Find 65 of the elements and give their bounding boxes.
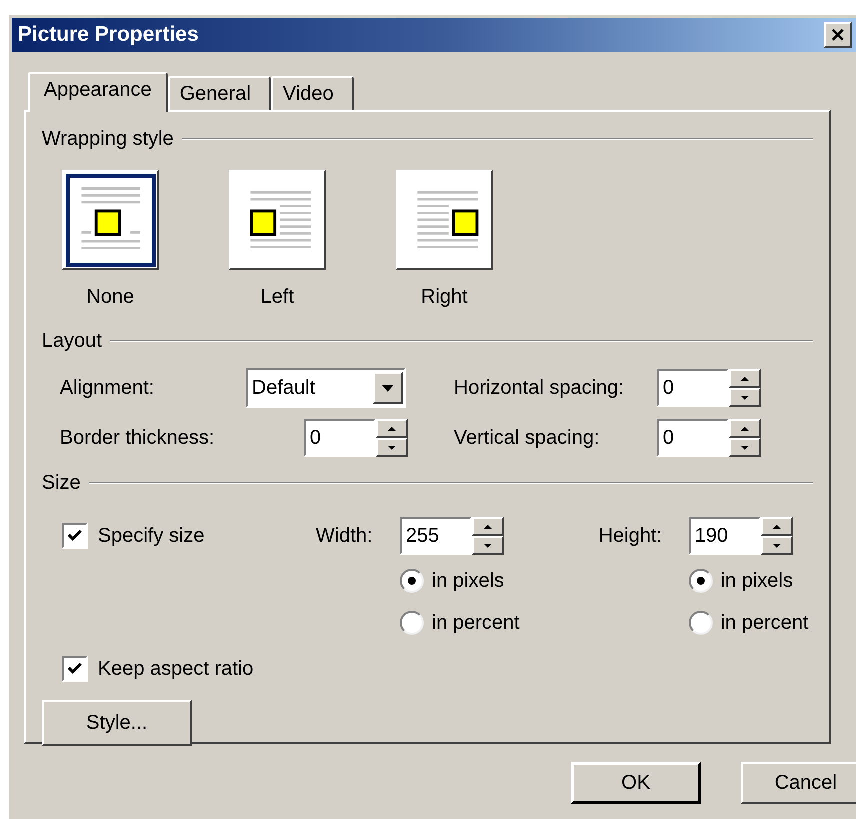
radio-button[interactable]: [688, 569, 713, 593]
up-arrow-icon: [388, 426, 396, 430]
spin-field[interactable]: 190: [688, 517, 761, 555]
field-label: Vertical spacing:: [454, 426, 601, 451]
checkbox-label[interactable]: Specify size: [98, 521, 205, 551]
spin-down-button[interactable]: [376, 438, 408, 457]
wrap-style-option[interactable]: [229, 170, 326, 270]
spin-down-button[interactable]: [760, 536, 793, 555]
dialog-button[interactable]: Cancel: [741, 762, 856, 804]
spin-up-button[interactable]: [729, 369, 761, 388]
spin-field[interactable]: 0: [304, 419, 376, 457]
group-heading: Wrapping style: [42, 127, 174, 152]
radio-label[interactable]: in pixels: [432, 566, 504, 596]
radio-label[interactable]: in percent: [720, 608, 809, 638]
radio-button[interactable]: [688, 611, 713, 635]
spin-field[interactable]: 0: [657, 419, 729, 457]
spin-down-button[interactable]: [472, 536, 504, 555]
close-icon: [832, 29, 844, 41]
field-label: Height:: [598, 524, 664, 549]
up-arrow-icon: [772, 524, 781, 528]
down-arrow-icon: [741, 446, 749, 450]
alignment-dropdown[interactable]: Default: [246, 368, 406, 408]
wrap-style-label[interactable]: Right: [421, 282, 468, 312]
spin-up-button[interactable]: [472, 517, 504, 536]
window-title: Picture Properties: [18, 22, 199, 48]
down-arrow-icon: [388, 446, 396, 450]
dialog-button[interactable]: OK: [571, 762, 701, 804]
down-arrow-icon: [772, 544, 781, 548]
spin-down-button[interactable]: [729, 388, 761, 407]
tab[interactable]: General: [168, 76, 272, 110]
spin-up-button[interactable]: [729, 419, 761, 438]
radio-button[interactable]: [400, 569, 424, 593]
checkbox[interactable]: [62, 523, 88, 549]
checkbox[interactable]: [62, 656, 88, 682]
up-arrow-icon: [741, 426, 749, 430]
checkbox-label[interactable]: Keep aspect ratio: [98, 654, 254, 684]
group-heading: Size: [42, 471, 81, 496]
field-label: Alignment:: [60, 376, 156, 401]
check-icon: [68, 529, 82, 543]
field-label: Width:: [316, 524, 374, 549]
spin-field[interactable]: 0: [657, 369, 729, 407]
radio-label[interactable]: in pixels: [720, 566, 794, 596]
wrap-style-label[interactable]: Left: [260, 282, 294, 312]
wrap-style-label[interactable]: None: [86, 282, 134, 312]
radio-label[interactable]: in percent: [432, 608, 520, 638]
tab[interactable]: Appearance: [28, 72, 168, 112]
style-button[interactable]: Style...: [42, 700, 192, 746]
spin-down-button[interactable]: [729, 438, 761, 457]
spin-field[interactable]: 255: [400, 517, 472, 555]
wrap-style-option[interactable]: [62, 170, 159, 270]
close-button[interactable]: [824, 22, 852, 48]
down-arrow-icon: [741, 396, 749, 400]
spin-up-button[interactable]: [376, 419, 408, 438]
tab[interactable]: Video: [271, 76, 354, 110]
dropdown-arrow-icon: [382, 384, 394, 392]
group-heading: Layout: [42, 329, 102, 354]
radio-button[interactable]: [400, 611, 424, 635]
field-label: Border thickness:: [60, 426, 216, 451]
down-arrow-icon: [484, 544, 492, 548]
check-icon: [68, 662, 82, 676]
up-arrow-icon: [741, 376, 749, 380]
up-arrow-icon: [484, 524, 492, 528]
wrap-style-option[interactable]: [396, 170, 493, 270]
spin-up-button[interactable]: [760, 517, 793, 536]
field-label: Horizontal spacing:: [454, 376, 626, 401]
